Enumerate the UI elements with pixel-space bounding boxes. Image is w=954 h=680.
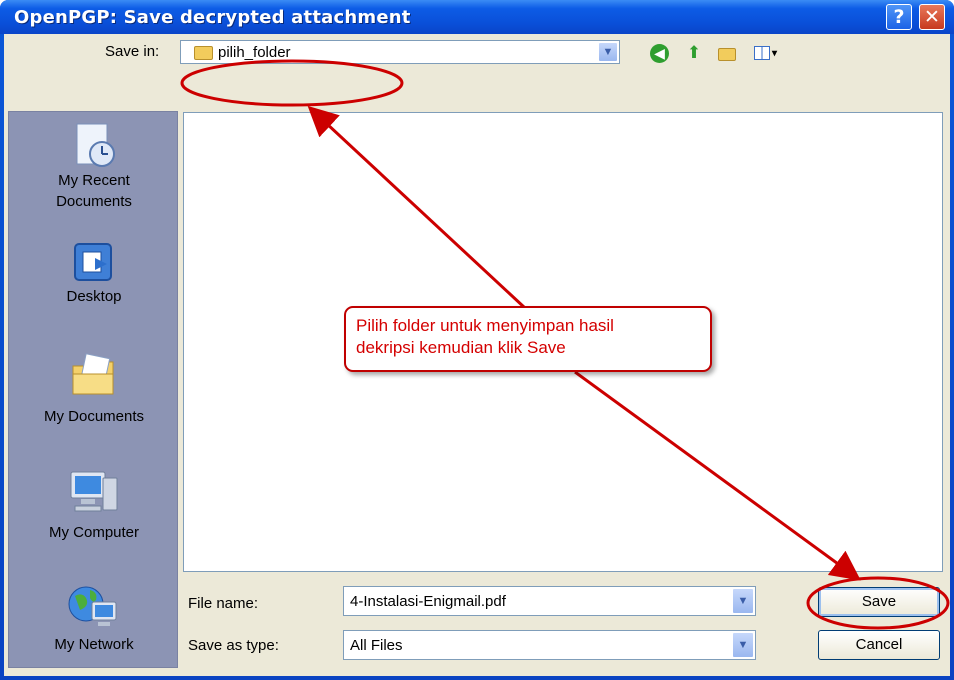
arrow-to-folder [307, 105, 527, 310]
save-button-highlight-ellipse [806, 576, 950, 630]
annotation-line: dekripsi kemudian klik Save [356, 338, 566, 357]
arrow-to-save [574, 370, 861, 581]
annotation-callout: Pilih folder untuk menyimpan hasil dekri… [344, 306, 712, 372]
save-in-highlight-ellipse [180, 59, 404, 107]
annotation-line: Pilih folder untuk menyimpan hasil [356, 316, 614, 335]
